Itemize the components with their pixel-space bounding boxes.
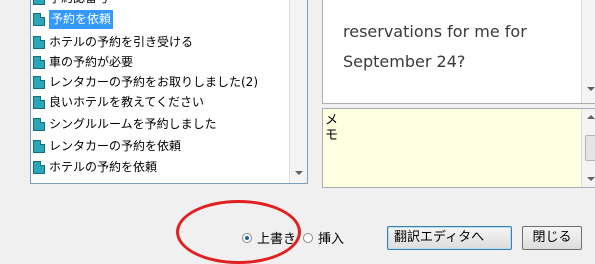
document-icon bbox=[33, 140, 45, 153]
memo-scrollbar[interactable] bbox=[581, 109, 595, 187]
list-item-label: ホテルの予約を依頼 bbox=[49, 160, 158, 174]
document-icon bbox=[33, 96, 45, 109]
translation-text-panel[interactable]: reservations for me for September 24? bbox=[322, 0, 595, 104]
document-icon bbox=[33, 0, 45, 5]
phrase-list[interactable]: 予約認番号 予約を依頼 ホテルの予約を引き受ける 車の予約が必要 レンタカーの予… bbox=[30, 0, 308, 184]
list-item-label: 予約を依頼 bbox=[49, 10, 114, 29]
list-item[interactable]: ホテルの予約を引き受ける bbox=[31, 33, 193, 52]
list-item[interactable]: シングルルームを予約しました bbox=[31, 115, 217, 134]
annotation-circle bbox=[176, 200, 301, 264]
document-icon bbox=[33, 76, 45, 89]
list-item[interactable]: 予約認番号 bbox=[31, 0, 109, 8]
scroll-thumb[interactable] bbox=[585, 135, 595, 161]
translation-text: reservations for me for September 24? bbox=[343, 22, 527, 71]
list-item-label: 車の予約が必要 bbox=[49, 55, 134, 69]
list-item-label: ホテルの予約を引き受ける bbox=[49, 35, 194, 49]
list-item[interactable]: ホテルの予約を依頼 bbox=[31, 158, 157, 177]
list-item-label: レンタカーの予約をお取りしました(2) bbox=[49, 75, 258, 89]
list-item[interactable]: レンタカーの予約を依頼 bbox=[31, 137, 181, 156]
close-button[interactable]: 閉じる bbox=[522, 226, 582, 250]
insert-label: 挿入 bbox=[318, 232, 345, 247]
document-icon bbox=[33, 36, 45, 49]
list-item-selected[interactable]: 予約を依頼 bbox=[31, 10, 114, 29]
list-item-label: レンタカーの予約を依頼 bbox=[49, 139, 182, 153]
list-scrollbar[interactable] bbox=[289, 0, 307, 183]
scroll-down-arrow-icon[interactable] bbox=[587, 177, 595, 181]
scroll-up-arrow-icon[interactable] bbox=[587, 115, 595, 119]
document-icon bbox=[33, 56, 45, 69]
scroll-down-arrow-icon[interactable] bbox=[295, 171, 303, 175]
insert-option[interactable]: 挿入 bbox=[303, 228, 344, 247]
list-item[interactable]: レンタカーの予約をお取りしました(2) bbox=[31, 73, 258, 92]
scroll-down-arrow-icon[interactable] bbox=[587, 87, 595, 91]
list-item[interactable]: 車の予約が必要 bbox=[31, 53, 133, 72]
document-icon bbox=[33, 118, 45, 131]
insert-radio[interactable] bbox=[303, 232, 313, 243]
document-icon bbox=[33, 13, 45, 26]
translation-scrollbar[interactable] bbox=[581, 0, 595, 103]
list-item-label: 良いホテルを教えてください bbox=[49, 95, 205, 109]
list-item-label: 予約認番号 bbox=[49, 0, 109, 8]
memo-panel[interactable]: メモ bbox=[322, 108, 595, 188]
document-icon bbox=[33, 161, 45, 174]
translation-editor-button[interactable]: 翻訳エディタへ bbox=[387, 226, 512, 250]
memo-label: メモ bbox=[325, 113, 339, 143]
list-item[interactable]: 良いホテルを教えてください bbox=[31, 93, 204, 112]
list-item-label: シングルルームを予約しました bbox=[49, 117, 217, 131]
